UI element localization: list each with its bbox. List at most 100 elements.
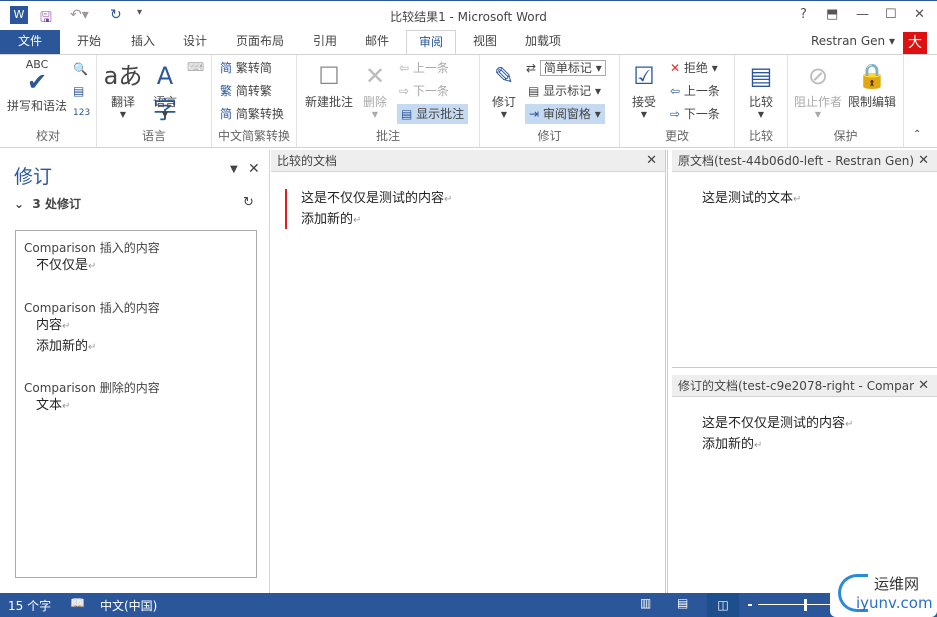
prev-comment-button: ⇦ 上一条 [399, 61, 449, 75]
title-bar: W 🖫 ↶▾ ↻ ▾ 比较结果1 - Microsoft Word ? ⬒ — … [0, 0, 937, 30]
close-icon[interactable]: ✕ [646, 150, 657, 171]
word-count-icon[interactable]: 123 [73, 103, 90, 123]
track-changes-button[interactable]: ✎ 修订 ▼ [486, 59, 522, 119]
close-pane-icon[interactable]: ✕ [248, 161, 260, 177]
research-icon[interactable]: 🔍 [73, 59, 88, 79]
translate-label: 翻译 [110, 95, 135, 109]
reviewing-pane-button[interactable]: ⇥ 审阅窗格 ▾ [525, 104, 605, 124]
close-button[interactable]: ✕ [914, 7, 925, 22]
track-changes-icon: ✎ [493, 62, 515, 90]
document-body[interactable]: 这是测试的文本↵ [702, 189, 801, 210]
close-icon[interactable]: ✕ [915, 375, 929, 396]
thesaurus-icon[interactable]: ▤ [73, 81, 84, 101]
prev-change-button[interactable]: ⇦ 上一条 [670, 81, 720, 101]
change-bar [285, 189, 287, 229]
maximize-button[interactable]: ☐ [885, 7, 897, 22]
language-icon: A字 [153, 62, 177, 124]
group-label: 更改 [664, 129, 689, 143]
block-label: 阻止作者 [793, 95, 842, 109]
ribbon-display-icon[interactable]: ⬒ [826, 7, 838, 22]
revised-document-pane[interactable]: 修订的文档(test-c9e2078-right - Compar ✕ 这是不仅仅… [672, 375, 937, 593]
language-status[interactable]: 中文(中国) [100, 597, 157, 614]
convert-button[interactable]: 简 简繁转换 [220, 104, 284, 124]
accept-button[interactable]: ☑ 接受 ▼ [626, 59, 662, 119]
group-label: 校对 [35, 129, 60, 143]
group-label: 比较 [748, 129, 773, 143]
markup-dropdown[interactable]: ⇄ 简单标记 ▾ [526, 58, 606, 78]
new-comment-label: 新建批注 [304, 95, 353, 109]
tab-insert[interactable]: 插入 [120, 30, 166, 54]
revision-item[interactable]: Comparison 删除的内容 文本↵ [24, 379, 160, 417]
compare-icon: ▤ [749, 62, 773, 90]
pane-options-icon[interactable]: ▼ [230, 164, 238, 175]
compared-document-pane[interactable]: 比较的文档 ✕ 这是不仅仅是测试的内容↵ 添加新的↵ [271, 150, 668, 593]
next-change-button[interactable]: ⇨ 下一条 [670, 104, 720, 124]
document-body[interactable]: 这是不仅仅是测试的内容↵ 添加新的↵ [702, 414, 853, 456]
restrict-label: 限制编辑 [847, 95, 896, 109]
read-mode-icon[interactable]: ▥ [640, 596, 651, 610]
tab-file[interactable]: 文件 [0, 30, 60, 54]
tab-layout[interactable]: 页面布局 [228, 30, 292, 54]
accept-label: 接受 [631, 95, 656, 109]
new-comment-button[interactable]: ☐ 新建批注 [301, 59, 357, 110]
revision-count[interactable]: ⌄ 3 处修订 [14, 195, 81, 212]
original-document-pane[interactable]: 原文档(test-44b06d0-left - Restran Gen) ✕ 这是… [672, 150, 937, 368]
delete-label: 删除 [362, 95, 387, 109]
document-body[interactable]: 这是不仅仅是测试的内容↵ 添加新的↵ [301, 189, 452, 231]
spelling-button[interactable]: ABC ✔ 拼写和语法 [4, 59, 70, 114]
t2s-button[interactable]: 简 繁转简 [220, 58, 272, 78]
tab-design[interactable]: 设计 [172, 30, 218, 54]
compared-doc-header: 比较的文档 ✕ [271, 150, 665, 172]
word-count[interactable]: 15 个字 [8, 597, 51, 614]
show-comments-button[interactable]: ▤ 显示批注 [397, 104, 469, 124]
close-icon[interactable]: ✕ [915, 150, 929, 171]
group-label: 中文简繁转换 [217, 129, 290, 143]
group-label: 修订 [537, 129, 562, 143]
revision-item[interactable]: Comparison 插入的内容 内容↵ 添加新的↵ [24, 299, 160, 358]
proofing-icon[interactable]: 📖 [70, 596, 85, 610]
revision-item[interactable]: Comparison 插入的内容 不仅仅是↵ [24, 239, 160, 277]
tab-references[interactable]: 引用 [302, 30, 348, 54]
help-icon[interactable]: ? [800, 7, 807, 22]
group-changes: ☑ 接受 ▼ ✕ 拒绝 ▾ ⇦ 上一条 ⇨ 下一条 更改 [620, 55, 735, 147]
ribbon-tabs: 文件 开始 插入 设计 页面布局 引用 邮件 审阅 视图 加载项 Restran… [0, 30, 937, 55]
block-authors-button: ⊘ 阻止作者 ▼ [792, 59, 844, 119]
accept-icon: ☑ [633, 62, 655, 90]
translate-button[interactable]: aあ 翻译 ▼ [103, 59, 143, 119]
next-comment-button: ⇨ 下一条 [399, 84, 449, 98]
minimize-button[interactable]: — [856, 7, 869, 22]
tab-home[interactable]: 开始 [66, 30, 112, 54]
user-account[interactable]: Restran Gen ▾ [808, 30, 898, 54]
checkmark-icon: ✔ [26, 68, 48, 96]
group-chinese-conversion: 简 繁转简 繁 简转繁 简 简繁转换 中文简繁转换 [212, 55, 297, 147]
translate-icon: aあ [103, 62, 143, 90]
window-title: 比较结果1 - Microsoft Word [390, 10, 547, 24]
print-layout-icon[interactable]: ▤ [677, 596, 688, 610]
group-label: 保护 [833, 129, 858, 143]
zoom-slider-thumb[interactable] [804, 599, 807, 611]
show-markup-button[interactable]: ▤ 显示标记 ▾ [528, 81, 601, 101]
tab-addins[interactable]: 加载项 [518, 30, 568, 54]
user-name: Restran Gen [811, 34, 886, 48]
zoom-slider[interactable] [758, 604, 838, 605]
web-layout-icon[interactable]: ◫ [707, 593, 739, 617]
group-comments: ☐ 新建批注 ✕ 删除 ▼ ⇦ 上一条 ⇨ 下一条 ▤ 显示批注 批注 [297, 55, 480, 147]
tab-mailings[interactable]: 邮件 [354, 30, 400, 54]
reject-button[interactable]: ✕ 拒绝 ▾ [670, 58, 718, 78]
compare-label: 比较 [748, 95, 773, 109]
delete-icon: ✕ [364, 62, 386, 90]
delete-comment-button: ✕ 删除 ▼ [357, 59, 393, 119]
avatar[interactable]: 大 [903, 32, 927, 54]
s2t-button[interactable]: 繁 简转繁 [220, 81, 272, 101]
language-button[interactable]: A字 语言 ▼ [145, 59, 185, 124]
tab-view[interactable]: 视图 [462, 30, 508, 54]
refresh-icon[interactable]: ↻ [243, 195, 254, 210]
zoom-out-button[interactable] [748, 604, 752, 606]
ribbon: ABC ✔ 拼写和语法 🔍 ▤ 123 校对 aあ 翻译 ▼ A字 语言 ▼ ⌨ 语言 简 … [0, 54, 937, 148]
collapse-ribbon-icon[interactable]: ⌃ [913, 125, 921, 145]
restrict-editing-button[interactable]: 🔒 限制编辑 [846, 59, 898, 110]
tab-review[interactable]: 审阅 [406, 30, 456, 55]
group-label: 批注 [375, 129, 400, 143]
compare-button[interactable]: ▤ 比较 ▼ [743, 59, 779, 119]
status-bar: 15 个字 📖 中文(中国) ▥ ▤ ◫ [0, 593, 937, 617]
